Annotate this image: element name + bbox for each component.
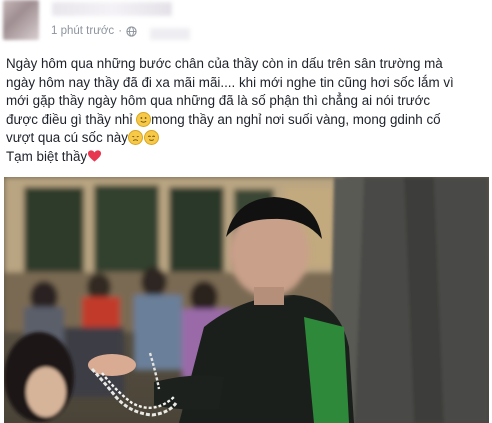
globe-icon[interactable] [126,25,137,37]
post-photo[interactable] [4,177,489,423]
post-line: ngày hôm nay thầy đã đi xa mãi mãi.... k… [6,74,454,90]
post-line: được điều gì thầy nhỉ mong thầy an nghỉ … [6,111,488,130]
post-timestamp[interactable]: 1 phút trước [51,25,114,37]
photo-content [4,177,489,423]
avatar[interactable] [3,0,39,40]
post-text-segment: được điều gì thầy nhỉ [6,111,133,127]
post-line: Ngày hôm qua những bước chân của thầy cò… [6,56,443,71]
post-text-segment: mong thầy an nghỉ nơi suối vàng, mong gd… [151,111,441,127]
post-text-segment: Tạm biệt thầy [6,148,88,164]
heart-icon [88,149,102,162]
post-line: vượt qua cú sốc này [6,129,488,148]
post-text-segment: vượt qua cú sốc này [6,130,128,145]
post-header: 1 phút trước · [0,0,492,46]
post-meta: 1 phút trước · [51,25,137,37]
smile-emoji [136,111,152,127]
post-line: mới gặp thầy ngày hôm qua những đã là số… [6,93,431,108]
author-name-blurred[interactable] [52,2,172,16]
sad-emoji [127,130,143,145]
relieved-emoji [143,130,159,145]
post-body: Ngày hôm qua những bước chân của thầy cò… [6,55,488,166]
meta-separator: · [118,25,123,37]
post-line: Tạm biệt thầy [6,148,488,167]
blurred-region [150,28,190,40]
